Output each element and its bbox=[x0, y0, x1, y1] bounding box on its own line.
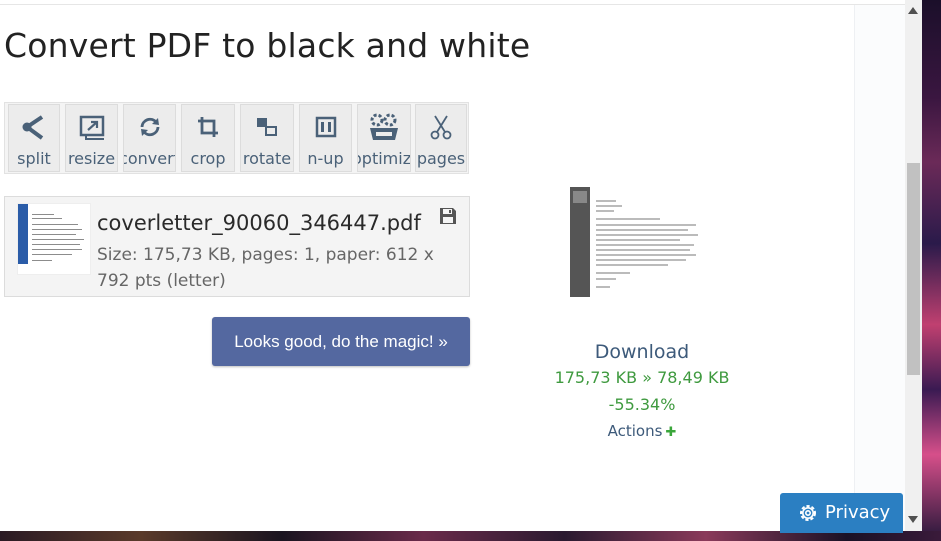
n-up-icon bbox=[300, 113, 351, 141]
file-thumbnail bbox=[17, 203, 91, 275]
tool-pages-button[interactable]: pages bbox=[415, 104, 467, 172]
page-title: Convert PDF to black and white bbox=[4, 26, 531, 65]
vertical-scrollbar[interactable] bbox=[905, 0, 922, 531]
tool-label: crop bbox=[190, 149, 226, 168]
privacy-label: Privacy bbox=[825, 502, 891, 523]
size-change: 175,73 KB » 78,49 KB bbox=[554, 368, 730, 387]
tool-label: optimize bbox=[358, 149, 411, 168]
result-thumbnail[interactable] bbox=[570, 187, 702, 299]
gear-icon bbox=[798, 503, 818, 523]
rotate-icon bbox=[241, 113, 293, 141]
split-icon bbox=[9, 113, 59, 141]
crop-icon bbox=[182, 113, 234, 141]
file-name: coverletter_90060_346447.pdf bbox=[97, 211, 421, 235]
scissors-icon bbox=[416, 113, 466, 141]
save-icon[interactable] bbox=[439, 207, 457, 225]
scroll-up-arrow-icon[interactable] bbox=[908, 7, 918, 14]
tool-label: rotate bbox=[242, 149, 292, 168]
background-image-strip bbox=[922, 0, 941, 541]
tool-label: split bbox=[17, 149, 51, 168]
scroll-thumb[interactable] bbox=[907, 163, 920, 375]
file-card: coverletter_90060_346447.pdf Size: 175,7… bbox=[4, 196, 470, 297]
actions-label: Actions bbox=[607, 422, 663, 440]
tool-rotate-button[interactable]: rotate bbox=[240, 104, 294, 172]
scroll-down-arrow-icon[interactable] bbox=[908, 516, 918, 523]
tool-label: n-up bbox=[307, 149, 344, 168]
size-reduction-percent: -55.34% bbox=[608, 395, 676, 414]
side-panel bbox=[854, 5, 905, 531]
tool-split-button[interactable]: split bbox=[8, 104, 60, 172]
tool-n-up-button[interactable]: n-up bbox=[299, 104, 352, 172]
do-the-magic-button[interactable]: Looks good, do the magic! » bbox=[212, 317, 470, 366]
tool-label: pages bbox=[416, 149, 466, 168]
privacy-button[interactable]: Privacy bbox=[780, 493, 903, 533]
page: Convert PDF to black and white split res… bbox=[0, 0, 905, 531]
plus-icon: ✚ bbox=[665, 425, 677, 440]
tool-crop-button[interactable]: crop bbox=[181, 104, 235, 172]
download-link[interactable]: Download bbox=[542, 341, 742, 363]
file-meta: Size: 175,73 KB, pages: 1, paper: 612 x … bbox=[97, 245, 434, 291]
tool-convert-button[interactable]: convert bbox=[123, 104, 176, 172]
tool-bar: split resize conv bbox=[4, 102, 469, 174]
actions-menu[interactable]: Actions ✚ bbox=[542, 422, 742, 440]
optimize-icon bbox=[358, 113, 410, 141]
resize-icon bbox=[66, 113, 117, 141]
tool-label: resize bbox=[67, 149, 116, 168]
tool-label: convert bbox=[124, 149, 175, 168]
header-divider bbox=[0, 4, 905, 5]
convert-icon bbox=[124, 113, 175, 141]
tool-resize-button[interactable]: resize bbox=[65, 104, 118, 172]
tool-optimize-button[interactable]: optimize bbox=[357, 104, 411, 172]
